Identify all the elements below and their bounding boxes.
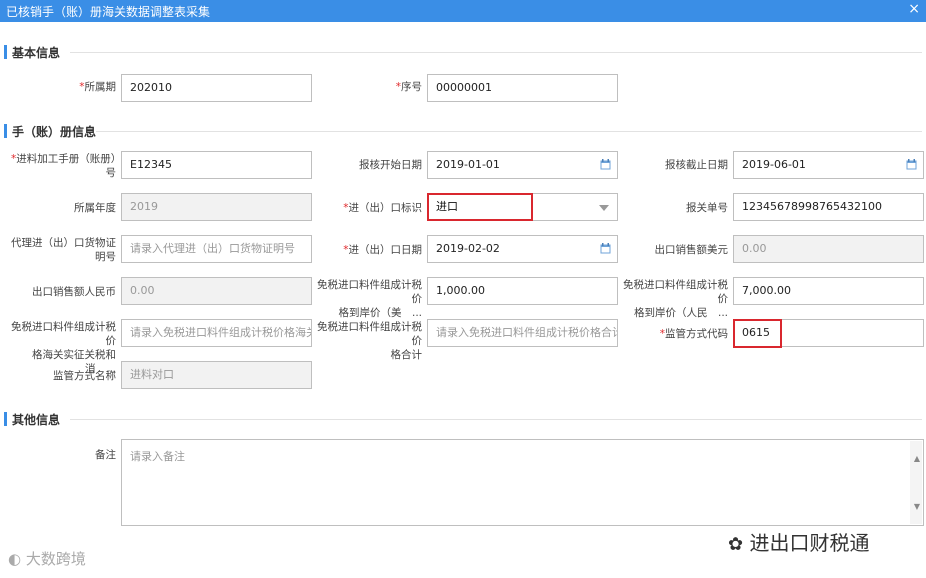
seq-input[interactable]: 00000001 — [427, 74, 618, 102]
start-date-input[interactable]: 2019-01-01 — [427, 151, 618, 179]
label-sup-code: *监管方式代码 — [659, 328, 728, 340]
manual-no-input[interactable]: E12345 — [121, 151, 312, 179]
end-date-input[interactable]: 2019-06-01 — [733, 151, 924, 179]
decl-no-input[interactable]: 12345678998765432100 — [733, 193, 924, 221]
calendar-icon[interactable] — [600, 159, 611, 170]
export-rmb-input: 0.00 — [121, 277, 312, 305]
label-export-rmb: 出口销售额人民币 — [32, 286, 116, 298]
label-agent-cert: 代理进（出）口货物证明号 — [11, 237, 116, 263]
section-other: 其他信息 — [0, 409, 926, 429]
highlight-sup-code — [733, 319, 782, 348]
wechat-icon: ✿ — [728, 534, 744, 555]
dutyfree-tax-input[interactable]: 请录入免税进口料件组成计税价格海关实征关税 — [121, 319, 312, 347]
label-period: *所属期 — [79, 81, 116, 93]
label-dutyfree-total: 免税进口料件组成计税价 格合计 — [317, 321, 422, 361]
label-end-date: 报核截止日期 — [665, 159, 728, 171]
label-seq: *序号 — [395, 81, 422, 93]
label-ie-date: *进（出）口日期 — [343, 244, 422, 256]
highlight-ie-flag — [427, 193, 533, 221]
scroll-down-icon[interactable]: ▼ — [914, 502, 920, 511]
section-basic: 基本信息 — [0, 42, 926, 62]
ie-date-input[interactable]: 2019-02-02 — [427, 235, 618, 263]
label-manual-no: *进料加工手册（账册）号 — [11, 153, 116, 179]
label-sup-name: 监管方式名称 — [53, 370, 116, 382]
label-year: 所属年度 — [74, 202, 116, 214]
watermark-left: ◐ 大数跨境 — [8, 550, 86, 568]
dutyfree-rmb-input[interactable]: 7,000.00 — [733, 277, 924, 305]
dutyfree-total-input[interactable]: 请录入免税进口料件组成计税价格合计 — [427, 319, 618, 347]
label-ie-flag: *进（出）口标识 — [343, 202, 422, 214]
remark-textarea[interactable]: 请录入备注 ▲ ▼ — [121, 439, 924, 526]
calendar-icon[interactable] — [906, 159, 917, 170]
label-remark: 备注 — [95, 449, 116, 461]
section-title-basic: 基本信息 — [12, 46, 61, 60]
label-export-usd: 出口销售额美元 — [654, 244, 729, 256]
agent-cert-input[interactable]: 请录入代理进（出）口货物证明号 — [121, 235, 312, 263]
label-dutyfree-usd: 免税进口料件组成计税价 格到岸价（美 ... — [317, 279, 422, 319]
label-start-date: 报核开始日期 — [359, 159, 422, 171]
section-title-other: 其他信息 — [12, 413, 61, 427]
section-title-manual: 手（账）册信息 — [12, 125, 97, 139]
dutyfree-usd-input[interactable]: 1,000.00 — [427, 277, 618, 305]
section-manual: 手（账）册信息 — [0, 121, 926, 141]
calendar-icon[interactable] — [600, 243, 611, 254]
label-dutyfree-tax: 免税进口料件组成计税价 格海关实征关税和消 ... — [11, 321, 116, 375]
scroll-up-icon[interactable]: ▲ — [914, 454, 920, 463]
chevron-down-icon[interactable] — [599, 205, 609, 211]
label-decl-no: 报关单号 — [686, 202, 728, 214]
year-input: 2019 — [121, 193, 312, 221]
sup-name-input: 进料对口 — [121, 361, 312, 389]
label-dutyfree-rmb: 免税进口料件组成计税价 格到岸价（人民 ... — [623, 279, 728, 319]
close-icon[interactable]: × — [908, 1, 920, 17]
watermark-right: ✿ 进出口财税通 — [728, 531, 870, 555]
period-input[interactable]: 202010 — [121, 74, 312, 102]
window-title: 已核销手（账）册海关数据调整表采集 — [6, 5, 211, 19]
logo-icon: ◐ — [8, 550, 22, 568]
export-usd-input: 0.00 — [733, 235, 924, 263]
title-bar: 已核销手（账）册海关数据调整表采集 × — [0, 0, 926, 22]
